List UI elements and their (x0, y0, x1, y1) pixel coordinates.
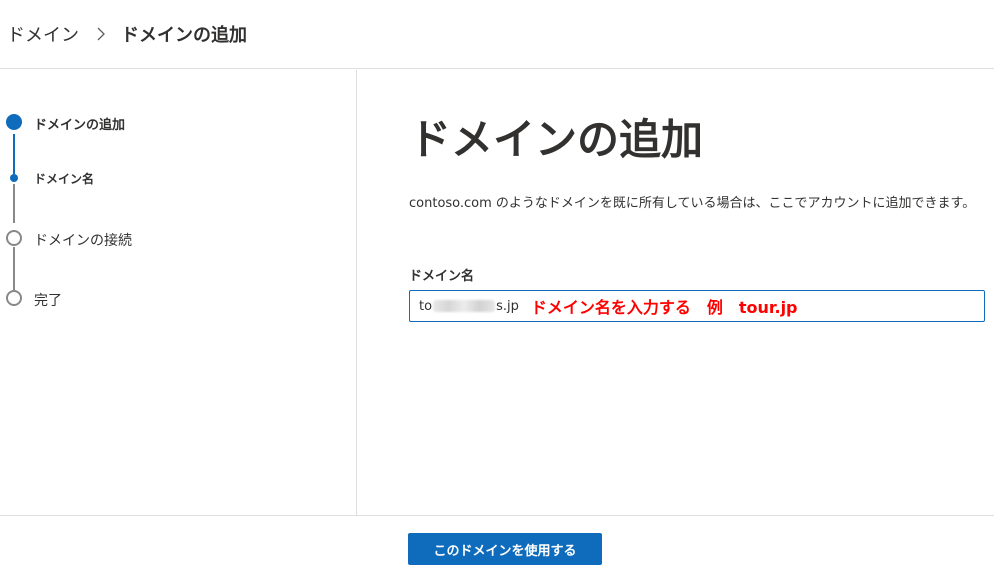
chevron-right-icon (97, 27, 105, 41)
annotation-text: ドメイン名を入力する 例 tour.jp (530, 298, 798, 317)
breadcrumb-domains-link[interactable]: ドメイン (7, 21, 79, 47)
step-pending-icon (6, 290, 22, 306)
redacted-text (433, 300, 496, 312)
description-text: contoso.com のようなドメインを既に所有している場合は、ここでアカウン… (409, 196, 976, 211)
step-connect-domain: ドメインの接続 (34, 233, 132, 249)
input-value-suffix: s.jp (496, 298, 519, 314)
substep-current-icon (10, 174, 18, 182)
step-connector-active (13, 134, 15, 174)
use-this-domain-button[interactable]: このドメインを使用する (408, 533, 602, 565)
domain-name-label: ドメイン名 (409, 269, 475, 284)
step-complete: 完了 (34, 293, 62, 309)
page: ドメイン ドメインの追加 ドメインの追加 ドメイン名 ドメインの接続 完了 ドメ… (0, 0, 994, 574)
footer: このドメインを使用する (0, 515, 994, 574)
input-value-prefix: to (419, 298, 433, 314)
step-connector (13, 184, 15, 223)
step-connector (13, 247, 15, 290)
breadcrumb-current: ドメインの追加 (121, 25, 247, 46)
step-domain-name: ドメイン名 (34, 172, 95, 186)
page-title: ドメインの追加 (409, 115, 704, 164)
breadcrumb: ドメイン ドメインの追加 (0, 0, 994, 69)
step-pending-icon (6, 230, 22, 246)
domain-name-input[interactable]: to s.jp ドメイン名を入力する 例 tour.jp (409, 290, 985, 322)
step-current-icon (6, 114, 22, 130)
step-add-domain: ドメインの追加 (34, 118, 126, 133)
wizard-steps-panel: ドメインの追加 ドメイン名 ドメインの接続 完了 (0, 70, 357, 516)
